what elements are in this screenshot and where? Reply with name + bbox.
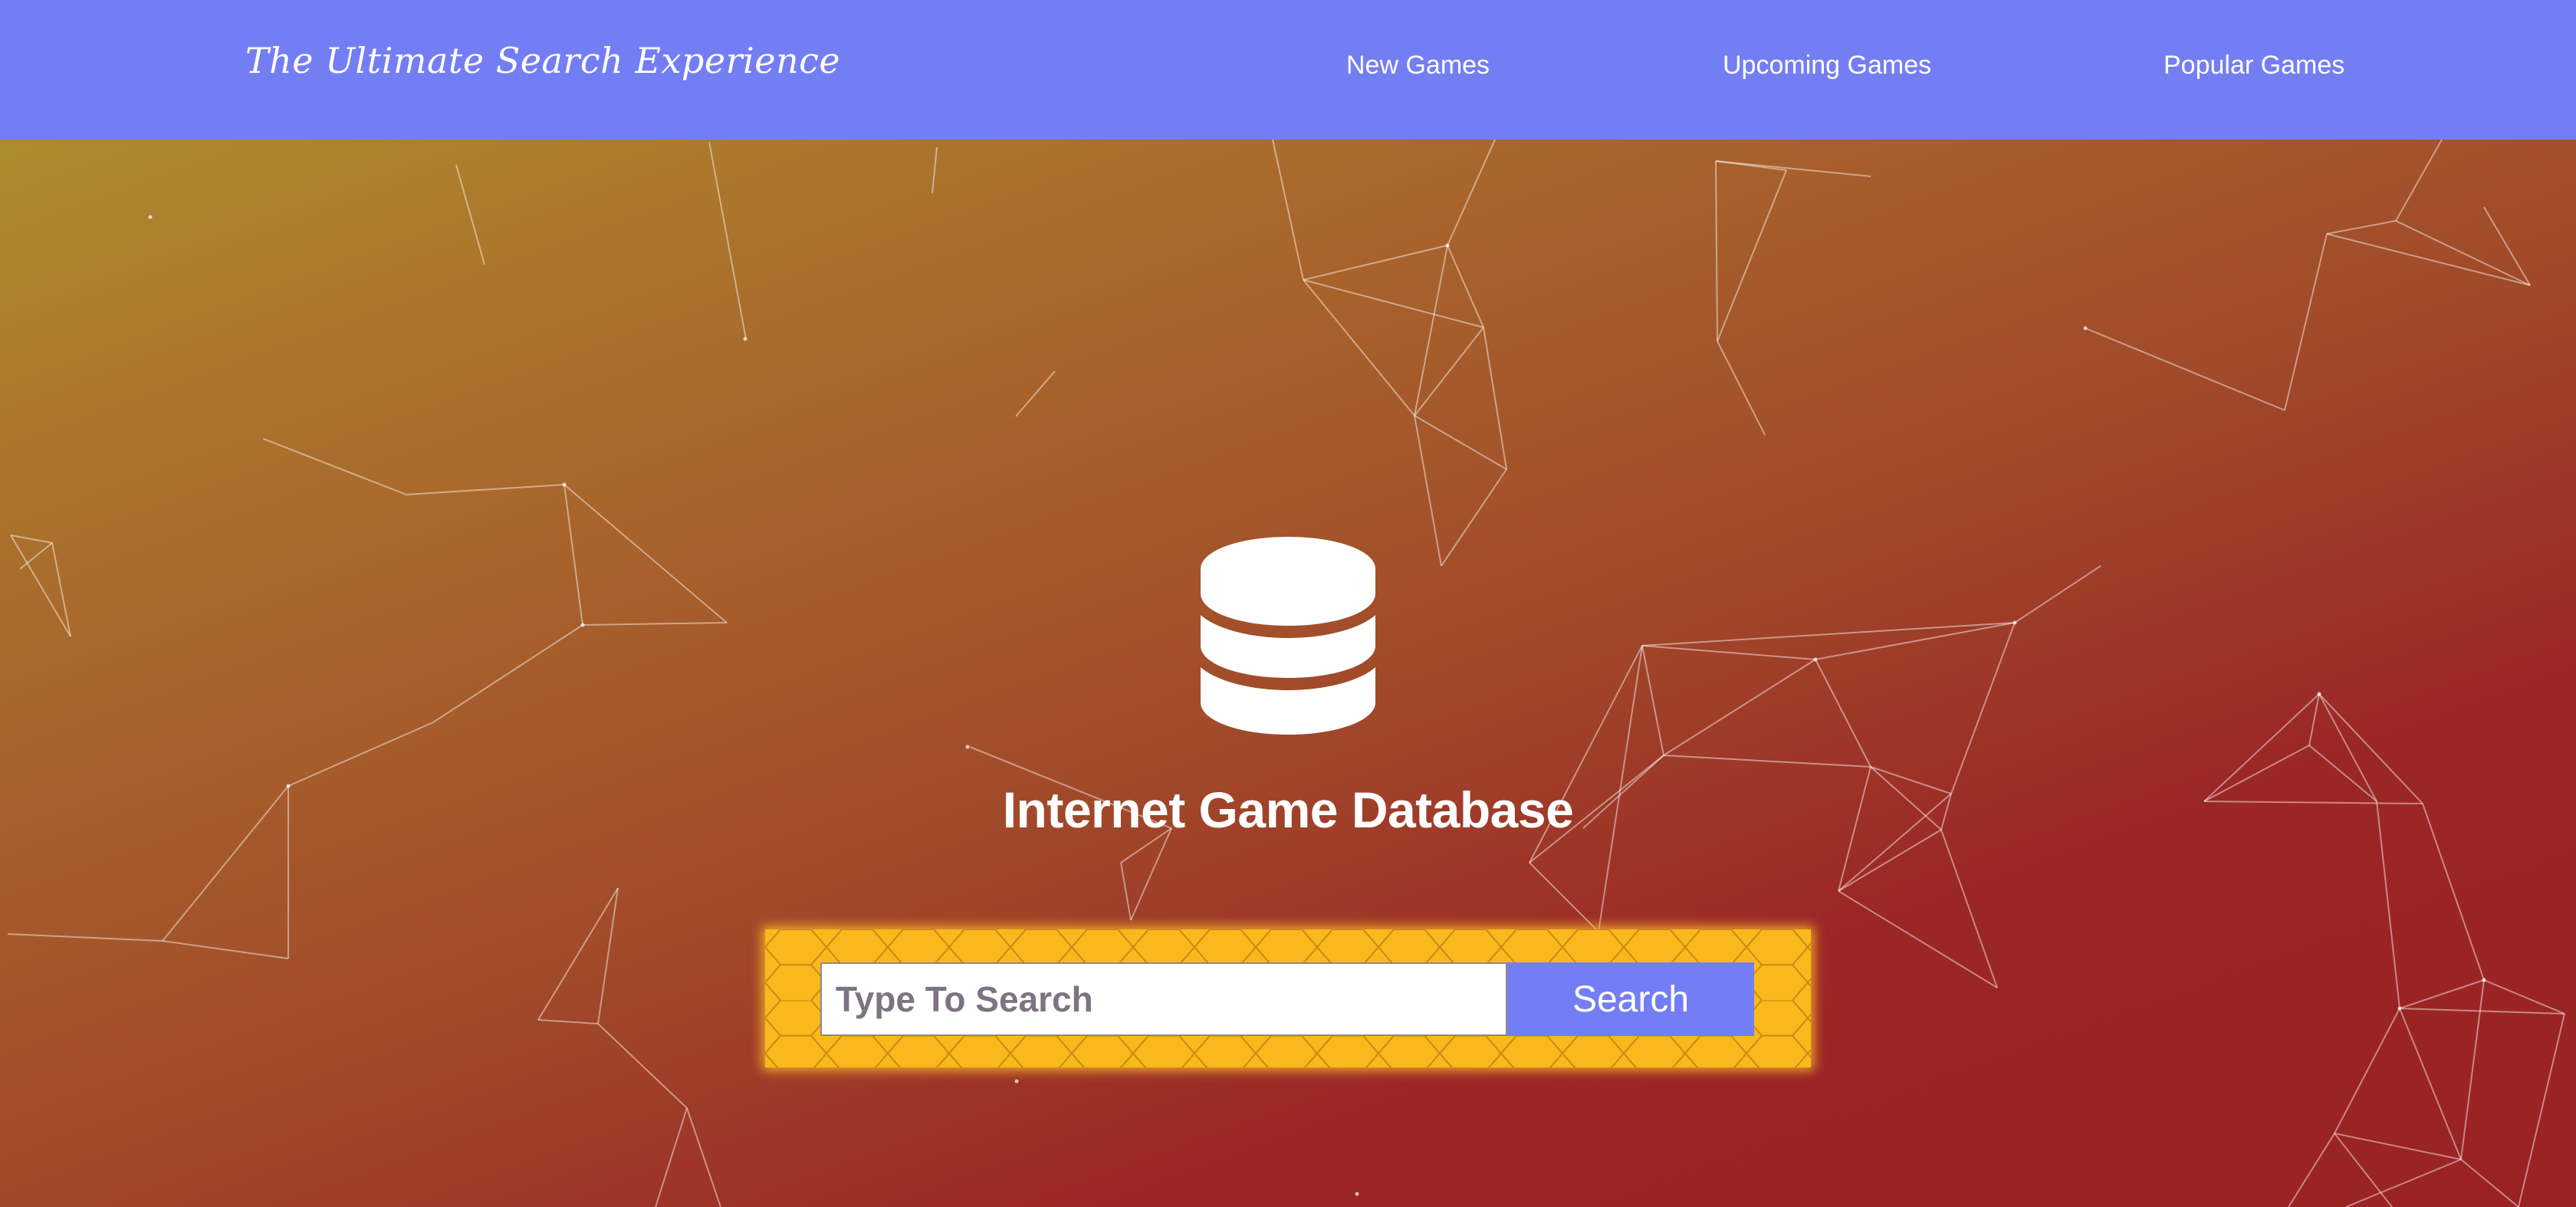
navbar: The Ultimate Search Experience New Games…: [0, 0, 2576, 140]
search-button[interactable]: Search: [1507, 962, 1754, 1036]
page-title: Internet Game Database: [1002, 781, 1574, 838]
search-panel: Search: [765, 929, 1811, 1067]
database-icon: [1201, 537, 1375, 735]
hero-background: Internet Game Database Search: [0, 0, 2576, 1207]
search-input[interactable]: [820, 962, 1507, 1036]
nav-link-new-games[interactable]: New Games: [1346, 51, 1490, 81]
brand-logo-text[interactable]: The Ultimate Search Experience: [245, 40, 840, 81]
nav-link-popular-games[interactable]: Popular Games: [2164, 51, 2344, 81]
nav-link-upcoming-games[interactable]: Upcoming Games: [1723, 51, 1931, 81]
